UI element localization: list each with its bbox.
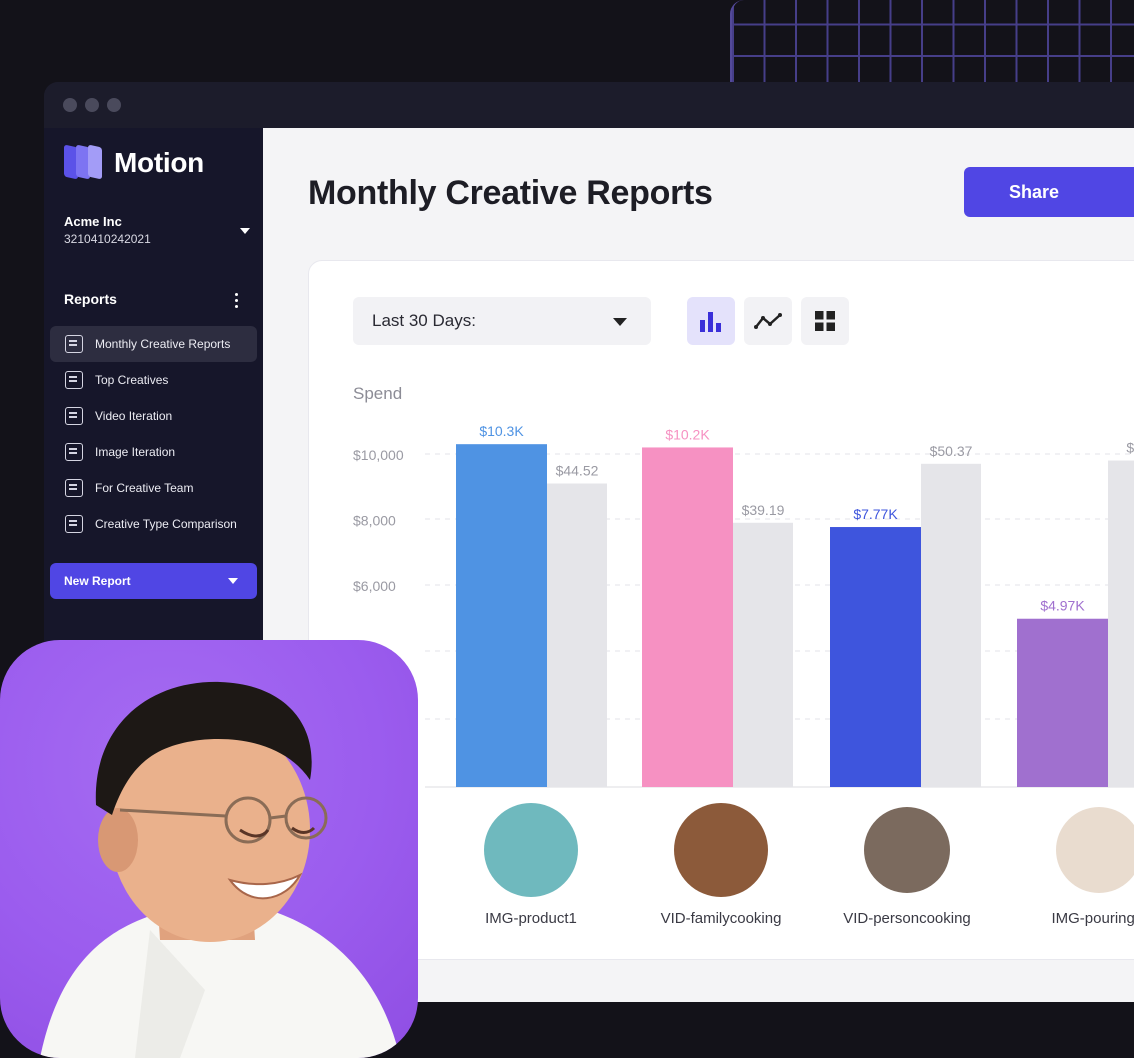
report-stack-icon: [65, 479, 83, 497]
spend-bar-chart: Spend $6,000 $8,000 $10,000 $10.3K $44.52 IMG-…: [353, 384, 1134, 927]
sidebar-item-creative-type-comparison[interactable]: Creative Type Comparison: [50, 506, 257, 542]
creative-thumbnail: [484, 803, 578, 897]
data-label-secondary: $50.37: [930, 443, 973, 459]
data-label-primary: $4.97K: [1040, 598, 1085, 614]
data-label-secondary: $51: [1126, 440, 1134, 456]
chevron-down-icon: [240, 228, 250, 234]
bar-primary: [642, 447, 733, 787]
motion-logo-icon: [64, 144, 104, 180]
bar-primary: [456, 444, 547, 787]
sidebar-item-label: For Creative Team: [95, 481, 194, 495]
data-label-primary: $10.2K: [665, 426, 710, 442]
window-minimize-dot[interactable]: [85, 98, 99, 112]
window-close-dot[interactable]: [63, 98, 77, 112]
y-tick-label: $6,000: [353, 578, 396, 594]
report-stack-icon: [65, 335, 83, 353]
bar-primary: [1017, 618, 1108, 787]
brand-logo[interactable]: Motion: [64, 144, 204, 180]
chevron-down-icon: [228, 578, 238, 584]
data-label-secondary: $44.52: [556, 462, 599, 478]
reports-section-title: Reports: [64, 291, 117, 307]
data-label-primary: $10.3K: [479, 423, 524, 439]
sidebar-item-monthly-creative-reports[interactable]: Monthly Creative Reports: [50, 326, 257, 362]
x-tick-label: IMG-pouringin: [1051, 910, 1134, 927]
sidebar-item-label: Video Iteration: [95, 409, 173, 423]
y-tick-label: $10,000: [353, 447, 404, 463]
sidebar-item-label: Monthly Creative Reports: [95, 337, 231, 351]
new-report-button[interactable]: New Report: [50, 563, 257, 599]
sidebar-item-top-creatives[interactable]: Top Creatives: [50, 362, 257, 398]
creative-thumbnail: [674, 803, 768, 897]
data-label-primary: $7.77K: [853, 506, 898, 522]
report-stack-icon: [65, 371, 83, 389]
page-title: Monthly Creative Reports: [308, 174, 713, 212]
y-axis-label: Spend: [353, 384, 402, 403]
bar-secondary: [547, 483, 607, 787]
brand-name: Motion: [114, 147, 204, 178]
reports-section-header: Reports: [64, 291, 244, 308]
sidebar-item-video-iteration[interactable]: Video Iteration: [50, 398, 257, 434]
user-photo-card: [0, 640, 418, 1058]
sidebar-item-label: Image Iteration: [95, 445, 176, 459]
x-tick-label: IMG-product1: [485, 910, 577, 927]
sidebar-item-label: Creative Type Comparison: [95, 517, 237, 531]
share-button[interactable]: Share: [964, 167, 1134, 217]
window-maximize-dot[interactable]: [107, 98, 121, 112]
more-options-icon[interactable]: [235, 293, 238, 308]
account-id: 3210410242021: [64, 232, 151, 246]
sidebar-item-label: Top Creatives: [95, 373, 169, 387]
account-switcher[interactable]: Acme Inc 3210410242021: [64, 214, 250, 246]
reports-nav: Monthly Creative Reports Top Creatives V…: [50, 326, 257, 542]
report-card: Last 30 Days: Spend $6,000 $8,000 $10,00…: [308, 260, 1134, 960]
decorative-grid: [730, 0, 1134, 84]
bar-primary: [830, 527, 921, 787]
smiling-person-illustration: [40, 681, 400, 1058]
bar-secondary: [1108, 460, 1134, 787]
sidebar-item-for-creative-team[interactable]: For Creative Team: [50, 470, 257, 506]
creative-thumbnail: [864, 807, 950, 893]
sidebar-item-image-iteration[interactable]: Image Iteration: [50, 434, 257, 470]
buildings-icon: [65, 443, 83, 461]
x-tick-label: VID-familycooking: [661, 910, 782, 927]
y-tick-label: $8,000: [353, 513, 396, 529]
x-tick-label: VID-personcooking: [843, 910, 971, 927]
report-stack-icon: [65, 407, 83, 425]
creative-thumbnail: [1056, 807, 1134, 893]
new-report-label: New Report: [64, 574, 131, 588]
buildings-icon: [65, 515, 83, 533]
bar-secondary: [733, 522, 793, 787]
window-titlebar: [44, 82, 1134, 128]
data-label-secondary: $39.19: [742, 502, 785, 518]
account-name: Acme Inc: [64, 214, 122, 229]
bar-secondary: [921, 463, 981, 787]
